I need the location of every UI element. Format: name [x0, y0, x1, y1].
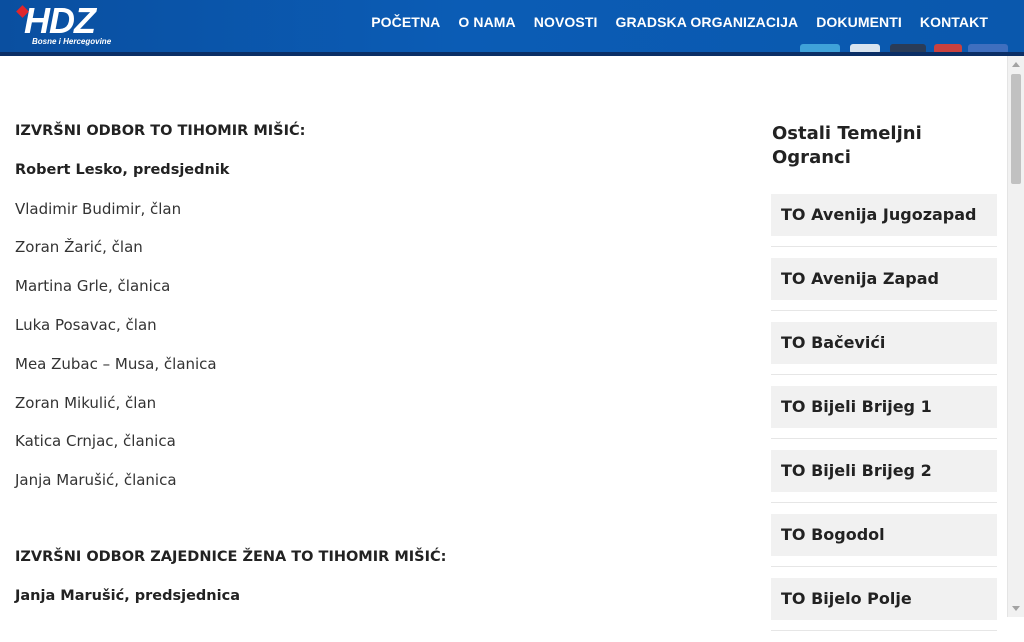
- page-scrollbar[interactable]: [1007, 56, 1024, 617]
- header-bottom-bar: [0, 52, 1024, 56]
- sidebar-item-avenija-jugozapad[interactable]: TO Avenija Jugozapad: [771, 194, 997, 247]
- sidebar-item-bogodol[interactable]: TO Bogodol: [771, 514, 997, 567]
- section-title: IZVRŠNI ODBOR TO TIHOMIR MIŠIĆ:: [15, 123, 306, 139]
- nav-item-o-nama[interactable]: O NAMA: [458, 14, 515, 30]
- scroll-up-icon[interactable]: [1012, 62, 1020, 67]
- sidebar-title: Ostali Temeljni Ogranci: [772, 123, 922, 168]
- nav-item-gradska-organizacija[interactable]: GRADSKA ORGANIZACIJA: [615, 14, 798, 30]
- logo-text: HDZ: [24, 0, 96, 41]
- nav-item-pocetna[interactable]: POČETNA: [371, 14, 440, 30]
- section-title: IZVRŠNI ODBOR ZAJEDNICE ŽENA TO TIHOMIR …: [15, 548, 447, 565]
- logo-subtitle: Bosne i Hercegovine: [32, 37, 112, 46]
- member-item: Janja Marušić, članica: [15, 471, 177, 490]
- member-item: Katica Crnjac, članica: [15, 432, 176, 451]
- sidebar-item-bijeli-brijeg-1[interactable]: TO Bijeli Brijeg 1: [771, 386, 997, 439]
- sidebar-item-bijelo-polje[interactable]: TO Bijelo Polje: [771, 578, 997, 631]
- scroll-down-icon[interactable]: [1012, 606, 1020, 611]
- member-lead: Janja Marušić, predsjednica: [15, 587, 240, 604]
- nav-item-dokumenti[interactable]: DOKUMENTI: [816, 14, 902, 30]
- sidebar: Ostali Temeljni Ogranci TO Avenija Jugoz…: [771, 122, 997, 642]
- site-header: HDZ Bosne i Hercegovine POČETNA O NAMA N…: [0, 0, 1024, 56]
- hdz-logo[interactable]: HDZ Bosne i Hercegovine: [16, 0, 128, 49]
- scrollbar-thumb[interactable]: [1011, 74, 1021, 184]
- main-nav: POČETNA O NAMA NOVOSTI GRADSKA ORGANIZAC…: [371, 14, 988, 30]
- nav-item-novosti[interactable]: NOVOSTI: [534, 14, 598, 30]
- member-item: Luka Posavac, član: [15, 315, 157, 334]
- sidebar-item-bijeli-brijeg-2[interactable]: TO Bijeli Brijeg 2: [771, 450, 997, 503]
- member-item: Vladimir Budimir, član: [15, 199, 182, 218]
- main-content: IZVRŠNI ODBOR TO TIHOMIR MIŠIĆ: Robert L…: [15, 112, 735, 616]
- sidebar-item-bacevici[interactable]: TO Bačevići: [771, 322, 997, 375]
- member-item: Zoran Mikulić, član: [15, 393, 157, 412]
- member-item: Mea Zubac – Musa, članica: [15, 354, 217, 373]
- member-item: Martina Grle, članica: [15, 277, 171, 296]
- member-item: Zoran Žarić, član: [15, 238, 143, 257]
- nav-item-kontakt[interactable]: KONTAKT: [920, 14, 988, 30]
- sidebar-item-avenija-zapad[interactable]: TO Avenija Zapad: [771, 258, 997, 311]
- member-lead: Robert Lesko, predsjednik: [15, 161, 230, 178]
